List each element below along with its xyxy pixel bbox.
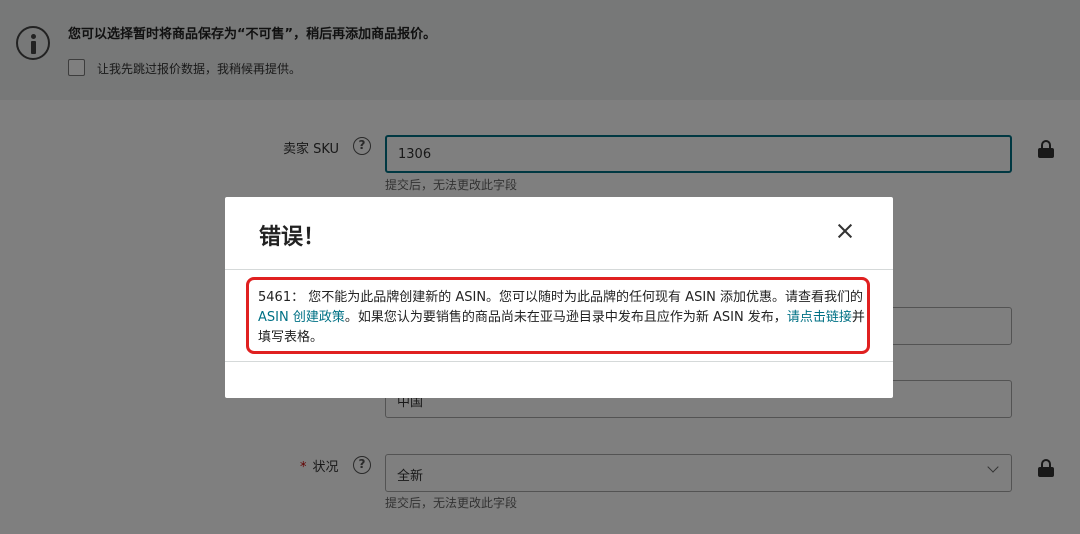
modal-title: 错误！: [259, 225, 326, 250]
close-icon[interactable]: [833, 219, 857, 243]
modal-divider-top: [225, 269, 893, 270]
modal-divider-bottom: [225, 361, 893, 362]
highlight-annotation-box: [246, 277, 870, 354]
